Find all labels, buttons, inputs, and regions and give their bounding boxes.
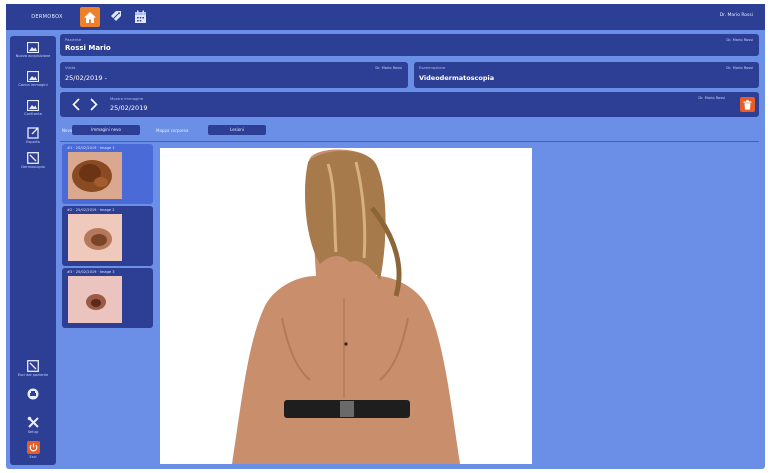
brand-logo: DERMOBOX [31, 14, 63, 20]
sidebar-item-new-acquisition[interactable]: Nuova acquisizione [10, 42, 56, 58]
tags-button[interactable] [106, 7, 126, 27]
sidebar: Nuova acquisizione Carica immagini Confr… [10, 36, 56, 465]
image-date: 25/02/2019 [110, 104, 148, 112]
thumbnail-caption: #2 · 25/02/2019 · Image 2 [67, 208, 115, 212]
patient-caption: Paziente [65, 37, 82, 42]
patient-doctor: Dr. Mario Rossi [726, 38, 753, 42]
visit-doctor: Dr. Mario Rossi [375, 66, 402, 70]
sidebar-item-label: Carica immagini [18, 83, 48, 87]
image-upload-icon [27, 71, 39, 82]
sidebar-item-setup[interactable]: Setup [10, 416, 56, 434]
exit-icon [27, 360, 39, 372]
lesion-image [68, 276, 122, 323]
image-compare-icon [27, 100, 39, 111]
patient-name: Rossi Mario [65, 44, 111, 52]
sidebar-item-exit-patient[interactable]: Esci dal paziente [10, 360, 56, 377]
visit-caption: Visita [65, 65, 76, 70]
image-nav-caption: Mostra immagine [110, 96, 144, 101]
exam-doctor: Dr. Mario Rossi [726, 66, 753, 70]
sidebar-item-print[interactable] [10, 388, 56, 400]
tools-icon [27, 416, 39, 428]
power-icon [26, 441, 40, 454]
app-window: DERMOBOX Dr. Mario Rossi Nuova acquisizi… [6, 4, 765, 469]
chevron-right-icon[interactable] [90, 98, 98, 111]
thumbnail-card[interactable]: #2 · 25/02/2019 · Image 2 [62, 206, 153, 266]
tag-icon [111, 11, 121, 21]
chevron-left-icon[interactable] [72, 98, 80, 111]
trash-icon [743, 99, 752, 110]
image-doctor: Dr. Mario Rossi [698, 96, 725, 100]
delete-button[interactable] [740, 97, 755, 112]
lesion-image [68, 152, 122, 199]
thumbnail-card[interactable]: #1 · 25/02/2019 · Image 1 [62, 144, 153, 204]
tab-zoom[interactable]: Nevo [62, 126, 72, 136]
sidebar-item-compare[interactable]: Confronta [10, 100, 56, 116]
home-button[interactable] [80, 7, 100, 27]
tab-divider [60, 141, 759, 142]
thumbnail-card[interactable]: #3 · 25/02/2019 · Image 3 [62, 268, 153, 328]
calendar-button[interactable] [130, 7, 150, 27]
patient-panel[interactable]: Paziente Rossi Mario Dr. Mario Rossi [60, 34, 759, 56]
user-name: Dr. Mario Rossi [719, 13, 753, 18]
sidebar-item-export[interactable]: Esporta [10, 127, 56, 144]
visit-panel[interactable]: Visita 25/02/2019 - Dr. Mario Rossi [60, 62, 408, 88]
body-image-viewer[interactable] [160, 148, 532, 465]
sidebar-item-label: Esporta [26, 140, 40, 144]
tab-lesions[interactable]: Lesioni [208, 125, 266, 135]
lesion-image [68, 214, 122, 261]
sidebar-item-label: Setup [27, 430, 39, 434]
image-nav-panel: Mostra immagine 25/02/2019 Dr. Mario Ros… [60, 92, 759, 117]
sidebar-item-upload-images[interactable]: Carica immagini [10, 71, 56, 87]
sidebar-item-dermoscope[interactable]: Dermoscopio [10, 152, 56, 169]
sidebar-item-label: Dermoscopio [21, 165, 45, 169]
tab-nevus-images[interactable]: Immagini nevo [72, 125, 140, 135]
sidebar-item-quit[interactable]: Esci [10, 441, 56, 459]
sidebar-item-label: Esci [29, 455, 37, 459]
print-icon [27, 388, 39, 400]
thumbnail-caption: #1 · 25/02/2019 · Image 1 [67, 146, 115, 150]
home-icon [84, 11, 96, 23]
exam-caption: Esaminazione [419, 65, 446, 70]
sidebar-item-label: Confronta [24, 112, 42, 116]
export-icon [27, 127, 39, 139]
image-add-icon [27, 42, 39, 53]
exam-panel[interactable]: Esaminazione Videodermatoscopia Dr. Mari… [414, 62, 759, 88]
visit-date: 25/02/2019 - [65, 74, 107, 82]
top-bar: DERMOBOX Dr. Mario Rossi [6, 4, 765, 30]
sidebar-item-label: Nuova acquisizione [15, 54, 51, 58]
patient-back-photo [232, 149, 460, 465]
calendar-icon [134, 10, 146, 23]
sidebar-item-label: Esci dal paziente [17, 373, 49, 377]
tab-body-map[interactable]: Mappa corporea [156, 126, 188, 136]
thumbnail-caption: #3 · 25/02/2019 · Image 3 [67, 270, 115, 274]
exam-type: Videodermatoscopia [419, 74, 495, 82]
crop-icon [27, 152, 39, 164]
